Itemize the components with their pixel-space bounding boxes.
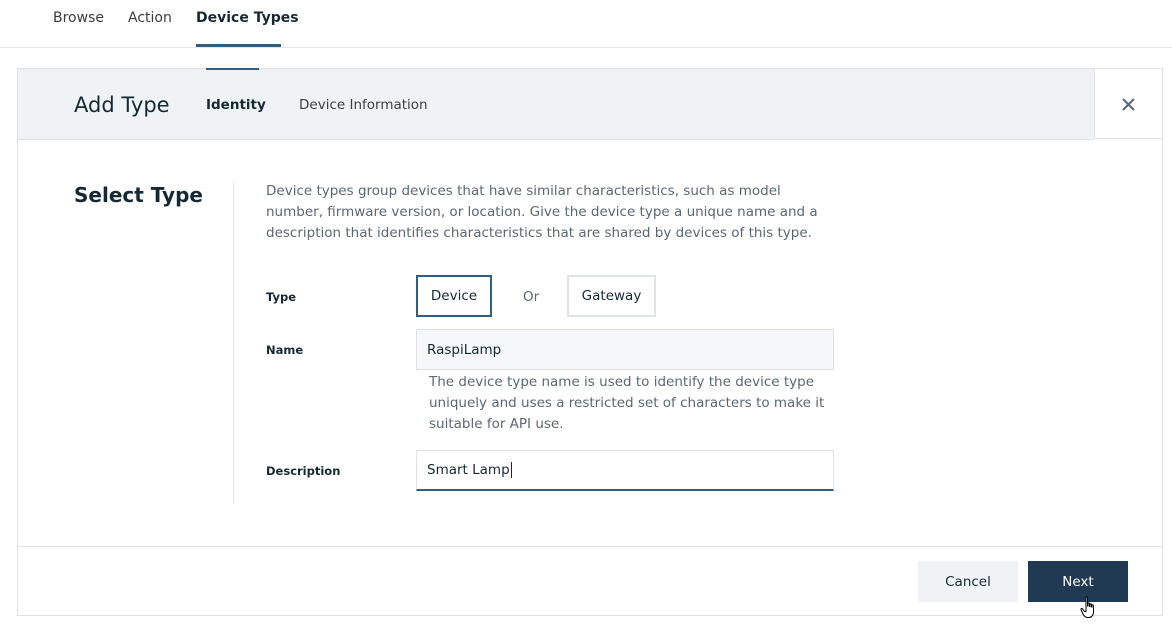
panel-title: Add Type [74,93,170,117]
type-label: Type [266,290,297,304]
tab-action[interactable]: Action [128,10,172,26]
active-step-indicator [206,68,259,70]
tab-browse[interactable]: Browse [53,10,104,26]
step-tab-identity[interactable]: Identity [206,97,266,113]
hand-cursor-icon [1080,596,1094,618]
cancel-button[interactable]: Cancel [918,561,1018,602]
intro-text: Device types group devices that have sim… [266,183,818,241]
close-icon [1122,98,1135,111]
name-helper-text: The device type name is used to identify… [429,374,825,432]
name-input[interactable]: RaspiLamp [416,329,834,370]
text-caret [510,462,512,478]
add-type-panel: Add Type Identity Device Information Sel… [17,68,1163,616]
active-tab-indicator [196,44,281,47]
section-title: Select Type [74,183,203,207]
description-input-value: Smart Lamp [427,462,510,478]
type-option-gateway[interactable]: Gateway [567,275,656,317]
tab-device-types[interactable]: Device Types [196,10,299,26]
top-navigation: Browse Action Device Types [0,0,1172,48]
type-option-device[interactable]: Device [416,275,492,317]
name-label: Name [266,343,304,357]
close-button[interactable] [1094,69,1162,139]
step-tab-device-information[interactable]: Device Information [299,97,428,113]
footer-divider [18,546,1162,547]
vertical-divider [233,182,234,504]
or-text: Or [523,289,540,305]
name-input-value: RaspiLamp [427,341,502,358]
panel-header: Add Type Identity Device Information [18,68,1094,140]
description-label: Description [266,464,341,478]
next-button[interactable]: Next [1028,561,1128,602]
description-input[interactable]: Smart Lamp [416,450,834,491]
